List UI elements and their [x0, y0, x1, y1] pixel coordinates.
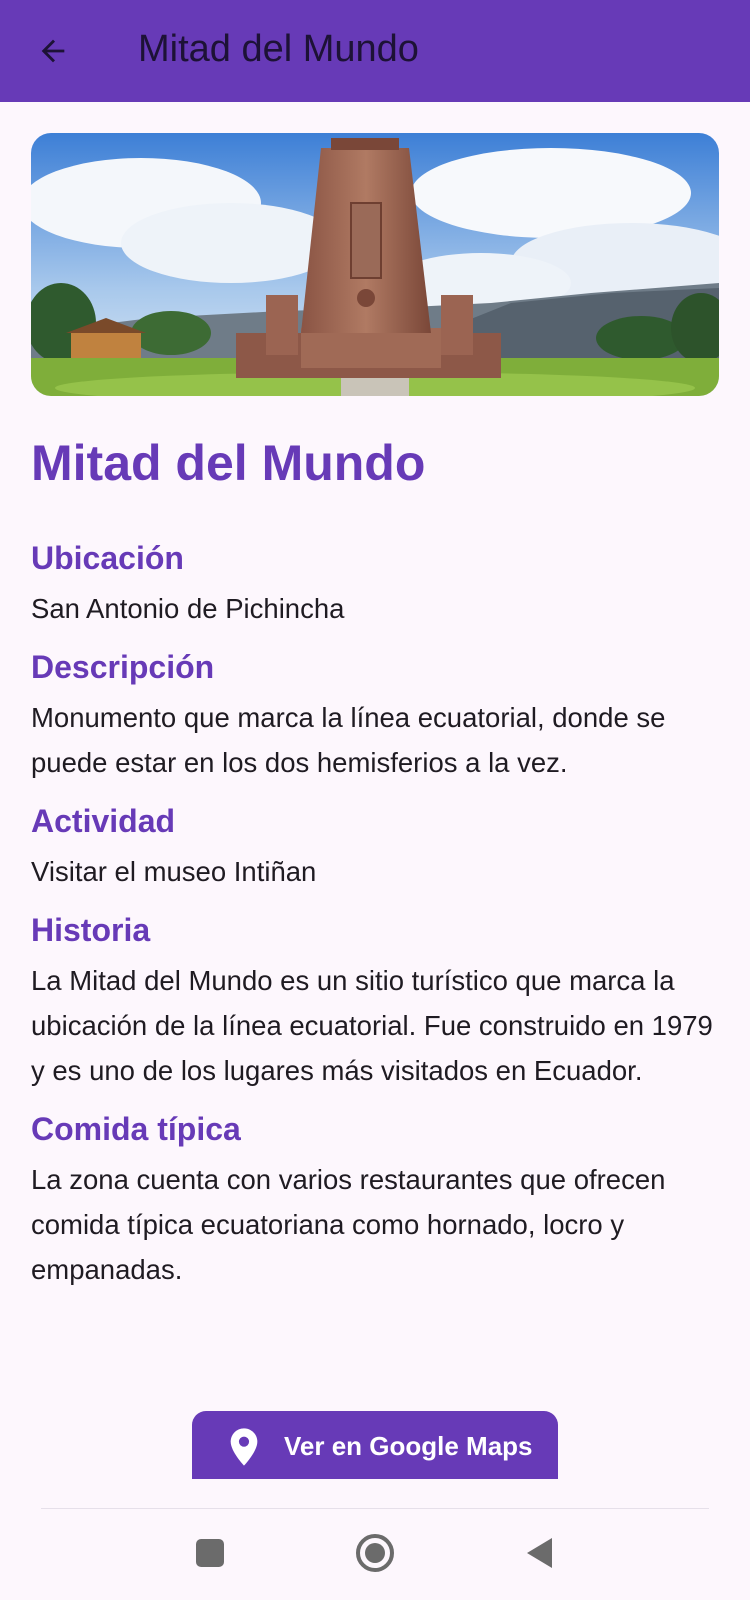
app-bar-title: Mitad del Mundo — [138, 28, 419, 70]
section-location: Ubicación San Antonio de Pichincha — [31, 536, 721, 631]
place-details: Mitad del Mundo Ubicación San Antonio de… — [31, 430, 721, 1306]
place-title: Mitad del Mundo — [31, 435, 426, 491]
home-button[interactable] — [353, 1531, 397, 1575]
circle-icon — [356, 1534, 394, 1572]
section-description: Descripción Monumento que marca la línea… — [31, 645, 721, 785]
section-text: Visitar el museo Intiñan — [31, 856, 317, 887]
section-typical-food: Comida típica La zona cuenta con varios … — [31, 1107, 721, 1292]
map-pin-icon — [230, 1428, 258, 1466]
section-label: Historia — [31, 912, 151, 948]
section-text: La Mitad del Mundo es un sitio turístico… — [31, 965, 713, 1086]
square-icon — [196, 1539, 224, 1567]
section-label: Ubicación — [31, 540, 184, 576]
triangle-back-icon — [527, 1538, 552, 1568]
app-bar: Mitad del Mundo — [0, 0, 750, 102]
google-maps-button-label: Ver en Google Maps — [284, 1431, 533, 1461]
section-label: Descripción — [31, 649, 215, 685]
section-text: San Antonio de Pichincha — [31, 593, 345, 624]
hero-image — [31, 133, 719, 396]
section-label: Actividad — [31, 803, 176, 839]
section-history: Historia La Mitad del Mundo es un sitio … — [31, 908, 721, 1093]
google-maps-button[interactable]: Ver en Google Maps — [192, 1411, 558, 1479]
arrow-left-icon — [41, 39, 65, 63]
system-back-button[interactable] — [518, 1531, 562, 1575]
recents-button[interactable] — [188, 1531, 232, 1575]
section-activity: Actividad Visitar el museo Intiñan — [31, 799, 721, 894]
section-text: Monumento que marca la línea ecuatorial,… — [31, 702, 666, 778]
section-text: La zona cuenta con varios restaurantes q… — [31, 1164, 666, 1285]
monument-illustration — [31, 133, 719, 396]
back-button[interactable] — [24, 22, 82, 80]
system-nav-bar — [0, 1509, 750, 1600]
section-label: Comida típica — [31, 1111, 241, 1147]
